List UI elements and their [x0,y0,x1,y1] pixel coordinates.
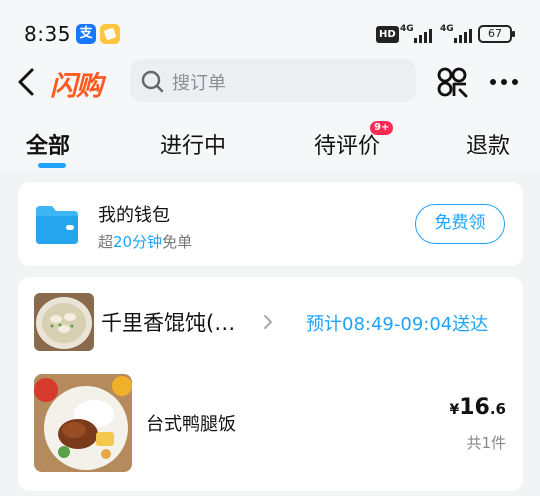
wallet-icon [34,202,80,246]
signal-label: 4G [440,24,454,34]
status-bar: 8:35 支 HD 4G 4G 67 [0,0,540,64]
chevron-right-icon[interactable] [261,313,275,331]
battery-icon: 67 [478,25,515,43]
tab-refund[interactable]: 退款 [466,128,510,160]
item-thumbnail [34,374,132,472]
search-icon [140,69,164,93]
status-time: 8:35 [24,22,71,46]
more-icon[interactable] [488,72,520,92]
signal-label: 4G [400,24,414,34]
signal-icon: 4G [440,24,474,44]
signal-icon: 4G [400,24,434,44]
alipay-icon: 支 [76,24,96,44]
delivery-eta: 预计08:49-09:04送达 [306,314,489,335]
tab-in-progress[interactable]: 进行中 [160,128,226,160]
back-arrow-icon[interactable] [14,62,44,102]
item-quantity: 共1件 [466,434,506,452]
app-logo: 闪购 [50,71,103,102]
active-tab-indicator [38,163,66,168]
wallet-title: 我的钱包 [98,205,170,226]
store-thumbnail [34,293,94,351]
order-card[interactable]: 千里香馄饨(… 预计08:49-09:04送达 台式鸭腿饭 ¥16.6 共1件 [18,277,523,491]
free-claim-button[interactable]: 免费领 [415,204,505,244]
search-input[interactable]: 搜订单 [130,59,416,102]
item-price: ¥16.6 [449,395,506,420]
search-placeholder: 搜订单 [172,73,226,94]
tab-all[interactable]: 全部 [26,128,70,160]
wallet-subtitle: 超20分钟免单 [98,233,193,251]
scan-icon[interactable] [436,66,468,98]
hd-badge: HD [376,26,399,43]
wallet-card[interactable]: 我的钱包 超20分钟免单 免费领 [18,182,523,266]
notes-app-icon [100,24,120,44]
review-count-badge: 9+ [370,121,394,135]
store-name[interactable]: 千里香馄饨(… [101,307,235,337]
item-name: 台式鸭腿饭 [146,414,236,435]
tab-to-review[interactable]: 待评价 [314,128,380,160]
